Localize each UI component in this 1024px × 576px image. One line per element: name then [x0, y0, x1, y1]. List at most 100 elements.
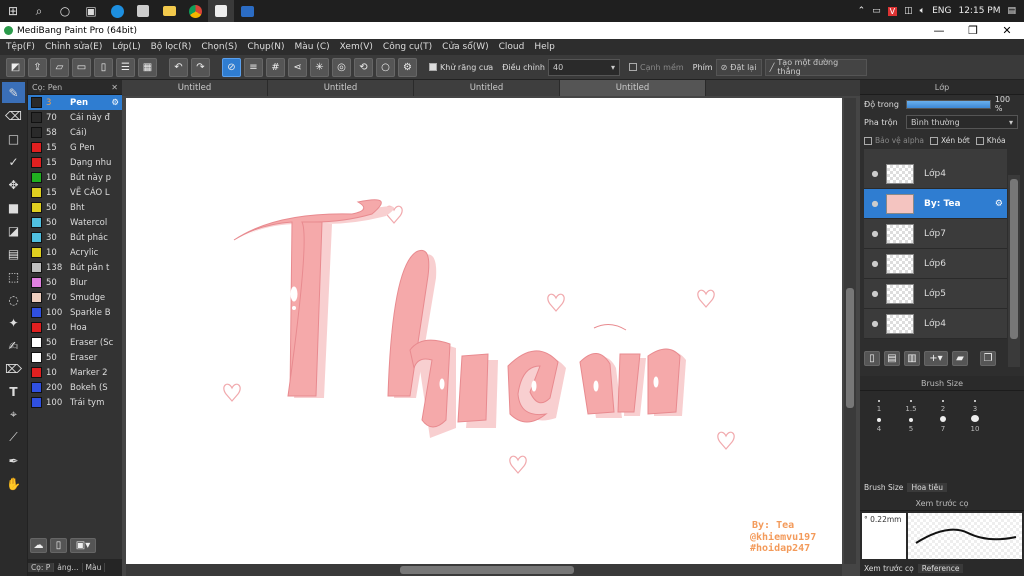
- perspective-snap-icon[interactable]: ⋖: [288, 57, 307, 77]
- menu-item-5[interactable]: Chụp(N): [247, 42, 284, 52]
- brush-size-option[interactable]: 4: [864, 415, 894, 433]
- brush-item[interactable]: 50 Eraser (Sc: [28, 335, 122, 350]
- menu-item-3[interactable]: Bộ lọc(R): [151, 42, 192, 52]
- vivaldi-icon[interactable]: V: [887, 6, 898, 16]
- brush-item[interactable]: 10 Hoa: [28, 320, 122, 335]
- layer-scrollbar[interactable]: [1008, 175, 1020, 367]
- brush-settings-icon[interactable]: ⚙: [111, 98, 119, 108]
- search-icon[interactable]: ⌕: [26, 0, 52, 22]
- brush-item[interactable]: 50 Blur: [28, 275, 122, 290]
- brush-size-option[interactable]: 5: [896, 415, 926, 433]
- smooth-edge-toggle[interactable]: Cạnh mềm: [628, 63, 684, 72]
- canvas-paper[interactable]: By: Tea @khiemvu197 #hoidap247: [126, 98, 842, 564]
- brush-item[interactable]: 50 Bht: [28, 200, 122, 215]
- language-indicator[interactable]: ENG: [932, 6, 951, 16]
- chrome-icon[interactable]: [182, 0, 208, 22]
- comment-icon[interactable]: ▱: [50, 57, 69, 77]
- add-brush-icon[interactable]: ▯: [50, 537, 67, 553]
- adjust-dropdown[interactable]: 40 ▾: [547, 58, 620, 76]
- document-tab[interactable]: Untitled: [268, 80, 414, 96]
- vertical-scrollbar[interactable]: [844, 98, 856, 564]
- eye-icon[interactable]: ●: [864, 259, 886, 268]
- layer-scrollbar-thumb[interactable]: [1010, 179, 1018, 339]
- brush-size-option[interactable]: 1: [864, 395, 894, 413]
- brush-item[interactable]: 10 Bút này p: [28, 170, 122, 185]
- cortana-icon[interactable]: ○: [52, 0, 78, 22]
- dot-tool-icon[interactable]: ✓: [2, 151, 25, 172]
- gradient-tool-icon[interactable]: ▤: [2, 243, 25, 264]
- brush-item[interactable]: 100 Trái tym: [28, 395, 122, 410]
- text-box-icon[interactable]: ▭: [72, 57, 91, 77]
- magic-wand-tool-icon[interactable]: ✦: [2, 312, 25, 333]
- move-tool-icon[interactable]: ✥: [2, 174, 25, 195]
- brush-item[interactable]: 30 Bút phác: [28, 230, 122, 245]
- cloud-brush-icon[interactable]: ☁: [30, 537, 47, 553]
- minimize-button[interactable]: —: [922, 24, 956, 37]
- add-layer-menu-icon[interactable]: +▾: [924, 350, 948, 366]
- layer-row[interactable]: ● By: Tea ⚙: [864, 189, 1007, 219]
- settings-icon[interactable]: ⚙: [398, 57, 417, 77]
- brush-preview-tab[interactable]: Reference: [917, 564, 964, 573]
- eye-icon[interactable]: ●: [864, 169, 886, 178]
- close-button[interactable]: ✕: [990, 24, 1024, 37]
- layer-settings-icon[interactable]: ⚙: [995, 199, 1003, 209]
- layer-row[interactable]: ● Lớp7: [864, 219, 1007, 249]
- brush-size-tab[interactable]: Brush Size: [860, 483, 907, 492]
- rectangle-tool-icon[interactable]: □: [2, 128, 25, 149]
- volume-icon[interactable]: 🔈︎: [920, 6, 925, 16]
- select-pen-tool-icon[interactable]: ✍: [2, 335, 25, 356]
- redo-icon[interactable]: ↷: [191, 57, 210, 77]
- brush-item[interactable]: 10 Marker 2: [28, 365, 122, 380]
- snap-off-icon[interactable]: ⊘: [222, 57, 241, 77]
- clock[interactable]: 12:15 PM: [958, 6, 1000, 16]
- hand-tool-icon[interactable]: ✋: [2, 473, 25, 494]
- medibang-taskbar-icon[interactable]: [208, 0, 234, 22]
- brush-item[interactable]: 50 Watercol: [28, 215, 122, 230]
- menu-item-2[interactable]: Lớp(L): [112, 42, 140, 52]
- brush-item[interactable]: 15 VẼ CÁO L: [28, 185, 122, 200]
- store-icon[interactable]: [130, 0, 156, 22]
- eye-icon[interactable]: ●: [864, 199, 886, 208]
- antialias-checkbox[interactable]: [429, 63, 437, 71]
- concentric-snap-icon[interactable]: ◎: [332, 57, 351, 77]
- lasso-tool-icon[interactable]: ◌: [2, 289, 25, 310]
- protect-alpha-checkbox[interactable]: [864, 136, 872, 145]
- menu-item-6[interactable]: Màu (C): [295, 42, 330, 52]
- windows-start-icon[interactable]: ⊞: [0, 0, 26, 22]
- close-icon[interactable]: ✕: [111, 83, 118, 92]
- curve-snap-icon[interactable]: ⟲: [354, 57, 373, 77]
- pen-tool-icon[interactable]: ✒: [2, 450, 25, 471]
- eye-icon[interactable]: ●: [864, 289, 886, 298]
- brush-menu-icon[interactable]: ▣▾: [70, 537, 96, 553]
- brush-size-option[interactable]: 1.5: [896, 395, 926, 413]
- page-icon[interactable]: ▯: [94, 57, 113, 77]
- menu-item-11[interactable]: Help: [534, 42, 555, 52]
- brush-item[interactable]: 3 Pen ⚙: [28, 95, 122, 110]
- brush-item[interactable]: 50 Eraser: [28, 350, 122, 365]
- brush-size-option[interactable]: 10: [960, 415, 990, 433]
- brush-size-option[interactable]: 2: [928, 395, 958, 413]
- folder-icon[interactable]: ▰: [952, 350, 968, 366]
- bucket-tool-icon[interactable]: ◪: [2, 220, 25, 241]
- menu-item-7[interactable]: Xem(V): [340, 42, 373, 52]
- clipping-toggle[interactable]: Xén bớt: [929, 136, 970, 145]
- vertical-scrollbar-thumb[interactable]: [846, 288, 854, 408]
- list-icon[interactable]: ☰: [116, 57, 135, 77]
- task-view-icon[interactable]: ▣: [78, 0, 104, 22]
- clipping-checkbox[interactable]: [929, 136, 938, 145]
- brush-item[interactable]: 10 Acrylic: [28, 245, 122, 260]
- layer-row[interactable]: ● Lớp4: [864, 309, 1007, 339]
- export-icon[interactable]: ⇪: [28, 57, 47, 77]
- layer-row[interactable]: ● Lớp6: [864, 249, 1007, 279]
- divide-tool-icon[interactable]: ⌖: [2, 404, 25, 425]
- brush-panel-tab[interactable]: Cọ: P: [28, 563, 55, 572]
- reset-button[interactable]: ⊘ Đặt lại: [715, 58, 762, 76]
- brush-panel-tab[interactable]: Màu: [83, 563, 106, 572]
- grid-snap-icon[interactable]: #: [266, 57, 285, 77]
- document-tab[interactable]: Untitled: [414, 80, 560, 96]
- brush-item[interactable]: 200 Bokeh (S: [28, 380, 122, 395]
- menu-item-1[interactable]: Chỉnh sửa(E): [45, 42, 102, 52]
- grid-icon[interactable]: ▦: [138, 57, 157, 77]
- color-fill-icon[interactable]: ◩: [6, 57, 25, 77]
- brush-item[interactable]: 58 Cái): [28, 125, 122, 140]
